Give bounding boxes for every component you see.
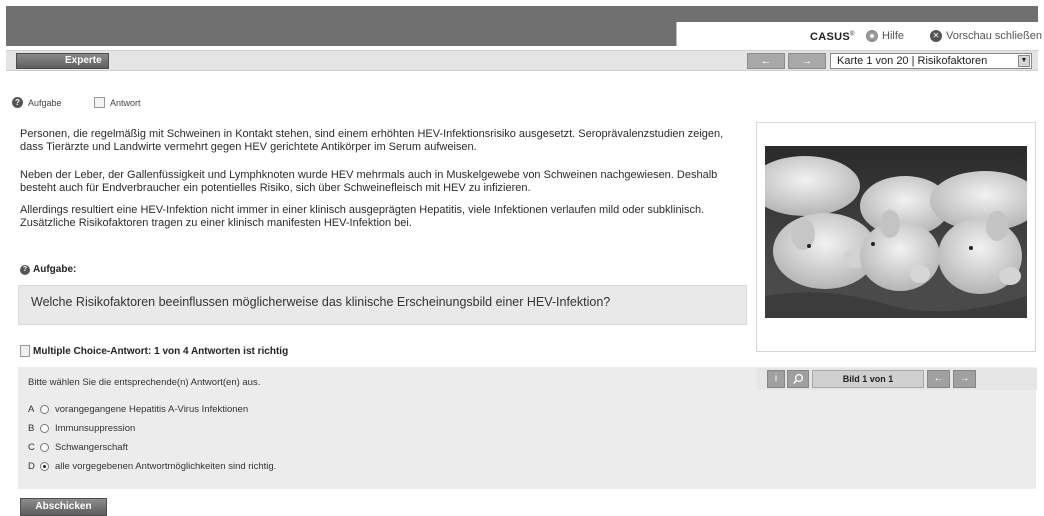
casus-logo: CASUS® xyxy=(810,31,855,43)
close-preview-link[interactable]: ✕ Vorschau schließen xyxy=(930,30,1042,42)
help-icon xyxy=(866,30,878,42)
question-icon: ? xyxy=(20,264,30,275)
prev-card-button[interactable]: ← xyxy=(747,53,785,69)
next-card-button[interactable]: → xyxy=(788,53,826,69)
help-label: Hilfe xyxy=(882,30,905,42)
expert-button[interactable]: Experte xyxy=(16,53,109,69)
zoom-button[interactable] xyxy=(787,370,809,388)
question-text: Welche Risikofaktoren beeinflussen mögli… xyxy=(31,295,611,309)
next-image-button[interactable]: → xyxy=(953,370,976,388)
option-letter: D xyxy=(28,461,35,472)
card-select[interactable]: Karte 1 von 20 | Risikofaktoren ▼ xyxy=(830,53,1032,69)
option-text: vorangegangene Hepatitis A-Virus Infekti… xyxy=(55,404,249,415)
card-select-value: Karte 1 von 20 | Risikofaktoren xyxy=(837,55,988,67)
submit-button[interactable]: Abschicken xyxy=(20,498,107,516)
prev-image-button[interactable]: ← xyxy=(927,370,950,388)
answer-option-b[interactable]: B Immunsuppression xyxy=(28,423,135,434)
document-icon xyxy=(20,345,30,357)
top-header-bar xyxy=(6,6,1038,22)
close-preview-label: Vorschau schließen xyxy=(946,30,1042,42)
task-heading: ? Aufgabe: xyxy=(20,264,76,275)
answer-heading-label: Multiple Choice-Antwort: 1 von 4 Antwort… xyxy=(33,345,289,357)
intro-paragraph-1: Personen, die regelmäßig mit Schweinen i… xyxy=(20,128,724,153)
tab-aufgabe-label: Aufgabe xyxy=(28,97,62,108)
option-text: alle vorgegebenen Antwortmöglichkeiten s… xyxy=(55,461,277,472)
option-letter: C xyxy=(28,442,35,453)
magnifier-icon xyxy=(792,373,804,385)
image-counter: Bild 1 von 1 xyxy=(812,370,924,388)
answer-instruction: Bitte wählen Sie die entsprechende(n) An… xyxy=(28,377,261,388)
question-icon: ? xyxy=(12,97,23,108)
answer-heading: Multiple Choice-Antwort: 1 von 4 Antwort… xyxy=(20,345,288,357)
pigs-photo[interactable] xyxy=(765,146,1027,318)
task-heading-label: Aufgabe: xyxy=(33,264,77,275)
radio-button[interactable] xyxy=(40,424,49,433)
document-icon xyxy=(94,97,105,108)
question-box: Welche Risikofaktoren beeinflussen mögli… xyxy=(18,285,747,325)
option-letter: A xyxy=(28,404,35,415)
answer-option-c[interactable]: C Schwangerschaft xyxy=(28,442,128,453)
answer-option-a[interactable]: A vorangegangene Hepatitis A-Virus Infek… xyxy=(28,404,248,415)
help-link[interactable]: Hilfe xyxy=(866,30,904,42)
radio-button[interactable] xyxy=(40,443,49,452)
option-text: Schwangerschaft xyxy=(55,442,128,453)
radio-button-selected[interactable] xyxy=(40,462,49,471)
answer-option-d[interactable]: D alle vorgegebenen Antwortmöglichkeiten… xyxy=(28,461,276,472)
tab-antwort[interactable]: Antwort xyxy=(94,97,141,108)
intro-paragraph-2: Neben der Leber, der Gallenfüssigkeit un… xyxy=(20,169,718,194)
radio-button[interactable] xyxy=(40,405,49,414)
tab-aufgabe[interactable]: ? Aufgabe xyxy=(12,97,62,108)
header-left-area xyxy=(6,22,676,46)
option-letter: B xyxy=(28,423,35,434)
close-icon: ✕ xyxy=(930,30,942,42)
option-text: Immunsuppression xyxy=(55,423,136,434)
intro-paragraph-3: Allerdings resultiert eine HEV-Infektion… xyxy=(20,204,705,229)
image-info-button[interactable]: i xyxy=(767,370,785,388)
tab-antwort-label: Antwort xyxy=(110,97,141,108)
chevron-down-icon[interactable]: ▼ xyxy=(1018,55,1030,67)
